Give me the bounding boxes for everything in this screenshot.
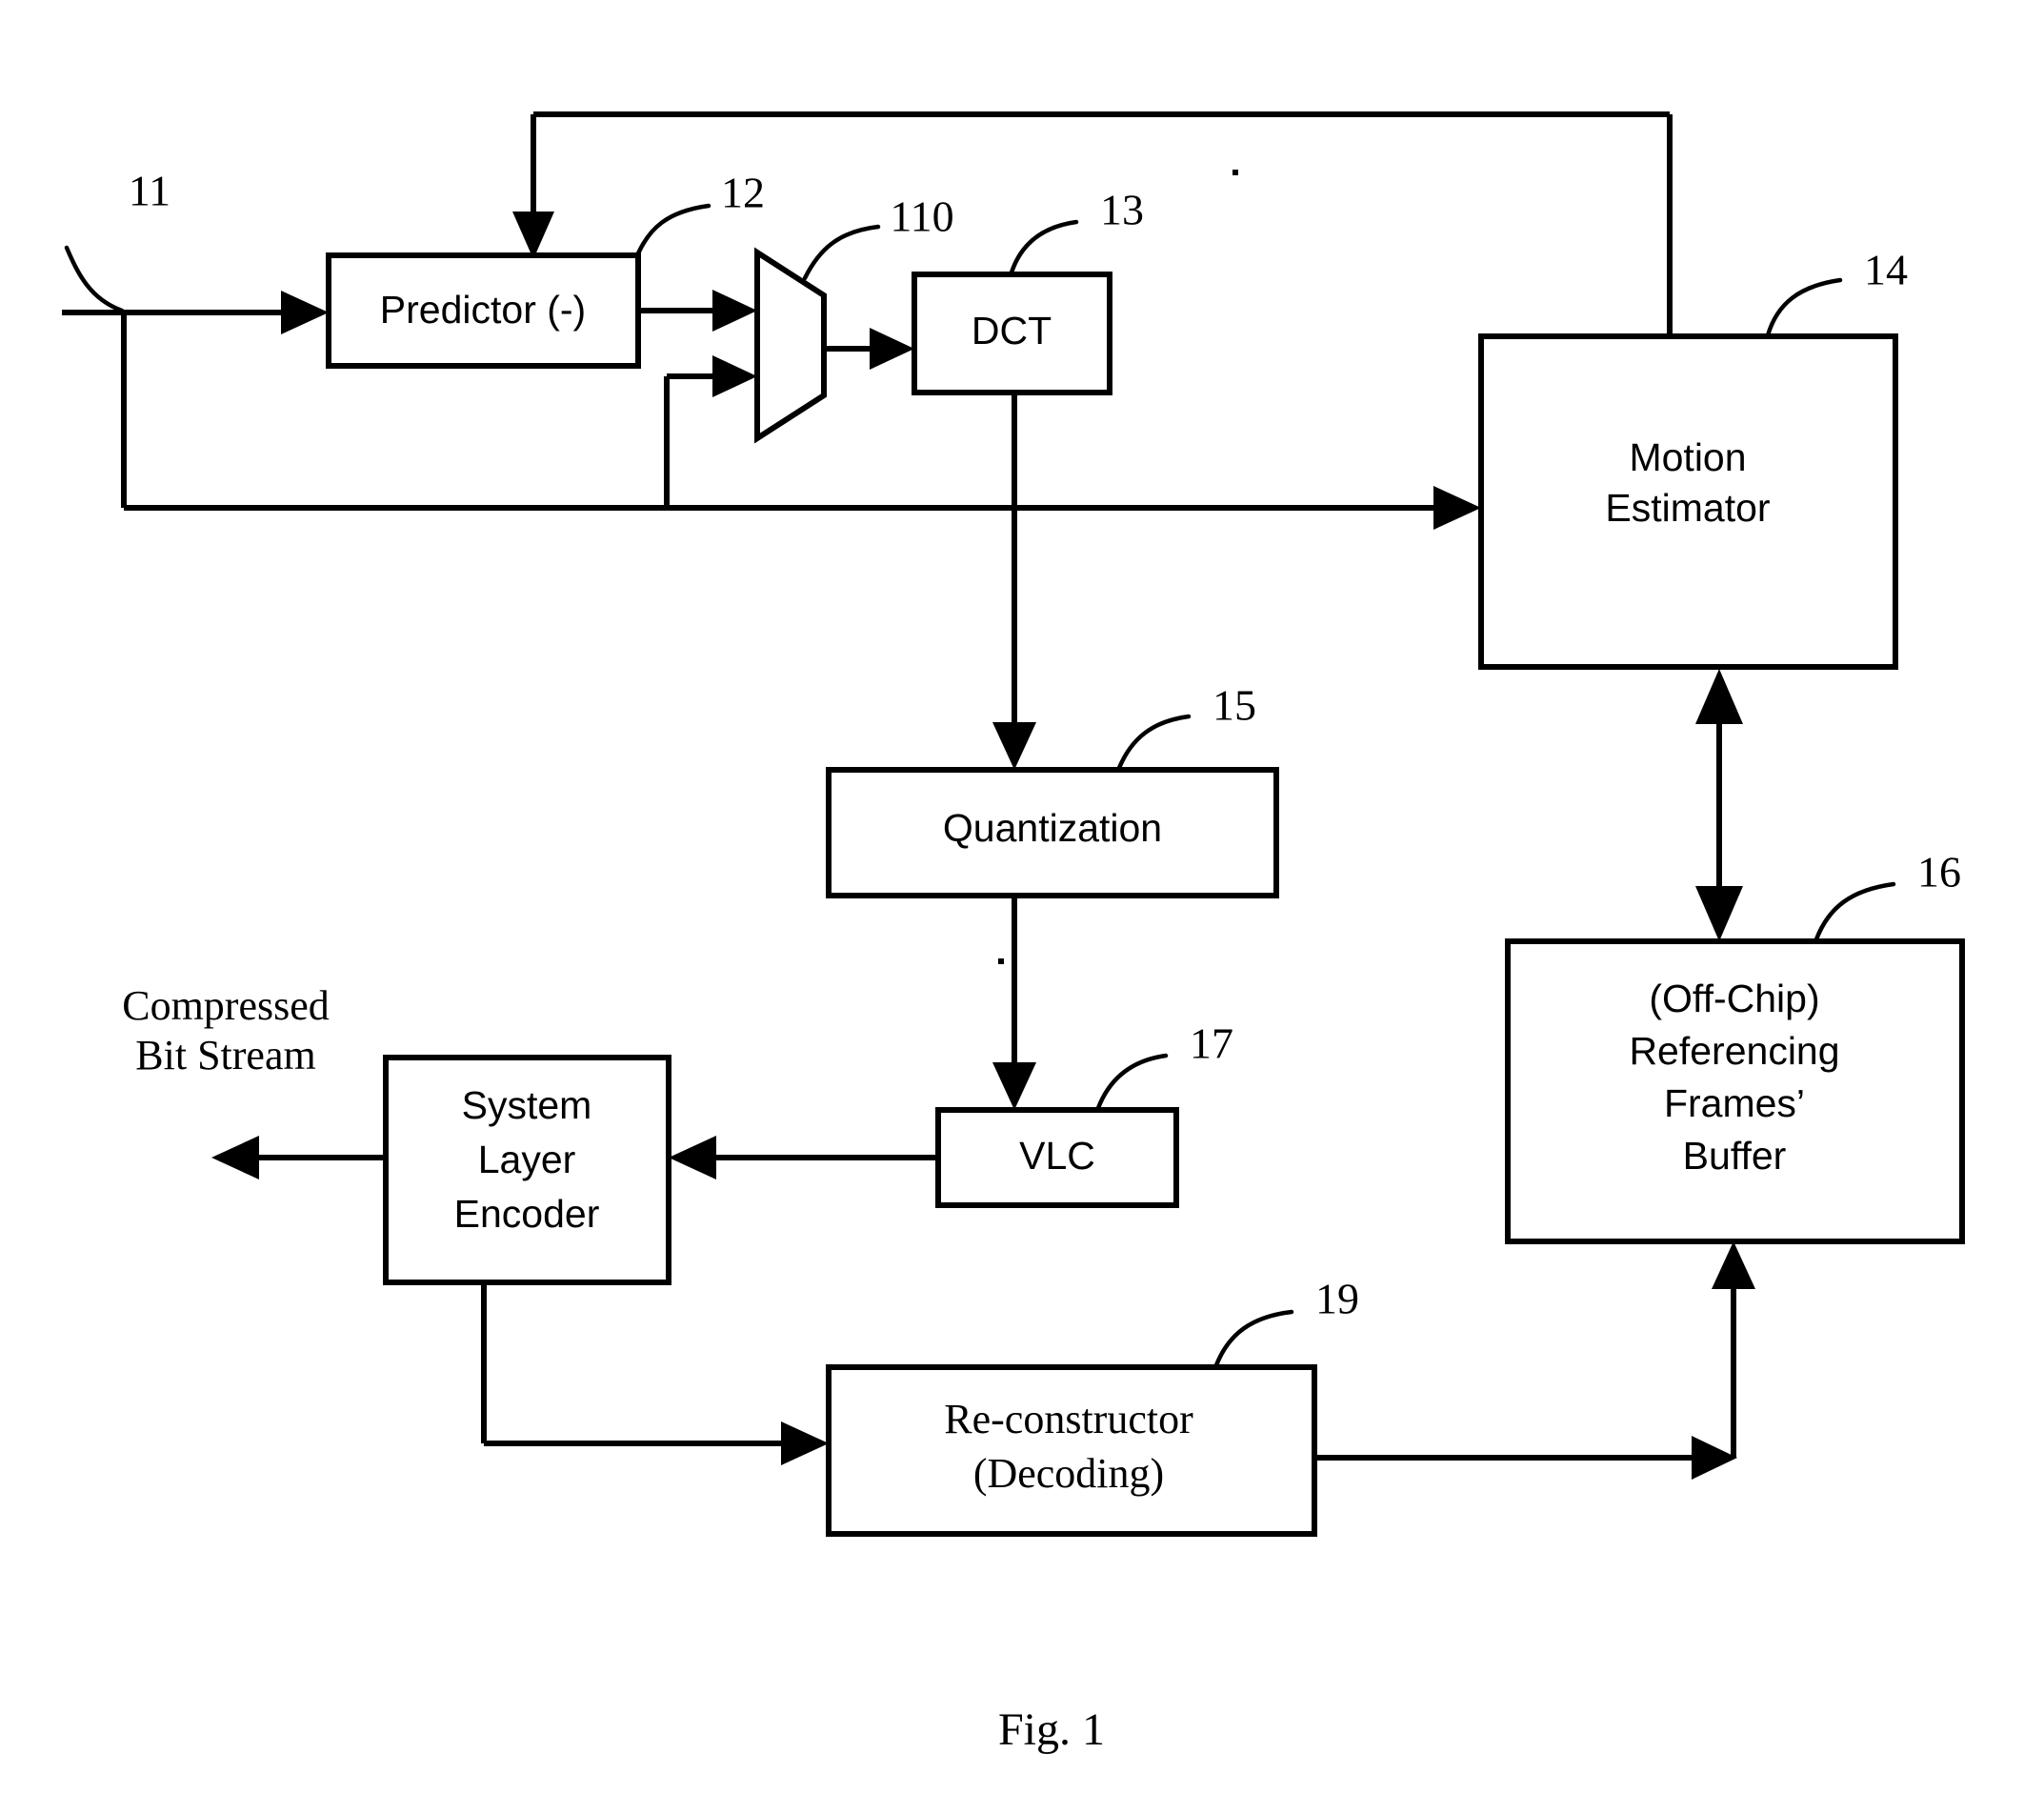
reference-buffer-label-line4: Buffer	[1683, 1134, 1787, 1178]
motion-estimator-label-line2: Estimator	[1605, 486, 1770, 530]
ref-numeral-13: 13	[1100, 186, 1144, 234]
leader-15	[1116, 714, 1192, 771]
arrowhead-into-quantization	[992, 722, 1036, 770]
scan-speck	[998, 958, 1004, 964]
arrowhead-into-motion-estimator-left	[1433, 486, 1481, 530]
figure-canvas: Predictor (-) DCT Motion Estimator Quant…	[0, 0, 2044, 1794]
block-vlc[interactable]: VLC	[935, 1107, 1179, 1208]
ref-callout-16: 16	[1814, 848, 1961, 942]
reference-buffer-label-line2: Referencing	[1629, 1029, 1839, 1073]
wire-vlc-to-system-layer-encoder	[669, 1136, 938, 1179]
leader-17	[1095, 1053, 1169, 1111]
wire-system-layer-encoder-to-output	[211, 1136, 386, 1179]
quantization-label: Quantization	[943, 806, 1162, 850]
leader-11	[64, 245, 125, 313]
block-quantization[interactable]: Quantization	[826, 767, 1279, 898]
arrowhead-into-reconstructor	[781, 1421, 829, 1465]
mux-shape[interactable]	[754, 247, 827, 444]
compressed-bit-stream-line2: Bit Stream	[135, 1032, 315, 1078]
wire-mux-to-dct	[824, 328, 914, 370]
wire-reconstructor-to-buffer	[1314, 1241, 1755, 1480]
block-reference-buffer[interactable]: (Off-Chip) Referencing Frames’ Buffer	[1505, 938, 1965, 1244]
arrowhead-up-to-motion-estimator	[1695, 669, 1743, 724]
dct-label: DCT	[972, 309, 1052, 353]
motion-estimator-label-line1: Motion	[1629, 435, 1746, 479]
ref-callout-15: 15	[1116, 681, 1256, 771]
ref-callout-19: 19	[1213, 1275, 1359, 1368]
leader-12	[635, 203, 711, 256]
reconstructor-label-line2: (Decoding)	[973, 1450, 1164, 1497]
figure-caption: Fig. 1	[998, 1704, 1105, 1755]
ref-numeral-12: 12	[721, 169, 765, 217]
arrowhead-mux-input-upper	[712, 290, 757, 332]
block-dct[interactable]: DCT	[912, 272, 1112, 395]
ref-numeral-15: 15	[1212, 681, 1256, 730]
block-mux[interactable]	[754, 247, 827, 444]
reference-buffer-label-line1: (Off-Chip)	[1649, 977, 1819, 1020]
ref-callout-14: 14	[1765, 246, 1908, 338]
ref-callout-12: 12	[635, 169, 765, 256]
arrowhead-down-to-buffer	[1695, 886, 1743, 941]
ref-numeral-14: 14	[1864, 246, 1908, 294]
leader-16	[1814, 881, 1896, 942]
block-predictor[interactable]: Predictor (-)	[326, 252, 641, 369]
leader-110	[802, 224, 881, 281]
ref-callout-17: 17	[1095, 1019, 1233, 1111]
arrowhead-into-system-layer-encoder	[669, 1136, 716, 1179]
vlc-label: VLC	[1019, 1134, 1095, 1178]
ref-callout-110: 110	[802, 192, 954, 281]
ref-numeral-110: 110	[890, 192, 953, 241]
wire-dct-to-quantization	[992, 393, 1036, 770]
arrowhead-into-buffer-bottom	[1712, 1241, 1755, 1289]
arrowhead-into-predictor	[512, 212, 554, 259]
ref-numeral-11: 11	[129, 167, 170, 215]
scan-speck	[1232, 170, 1238, 175]
leader-19	[1213, 1309, 1294, 1368]
arrowhead-compressed-bit-stream	[211, 1136, 259, 1179]
wire-system-layer-encoder-to-reconstructor	[481, 1281, 829, 1465]
predictor-label: Predictor (-)	[380, 288, 586, 332]
ref-numeral-16: 16	[1917, 848, 1961, 897]
reconstructor-label-line1: Re-constructor	[944, 1396, 1193, 1442]
arrowhead-mux-input-lower	[712, 355, 757, 397]
leader-13	[1009, 219, 1079, 275]
ref-numeral-17: 17	[1190, 1019, 1233, 1068]
block-motion-estimator[interactable]: Motion Estimator	[1478, 333, 1898, 670]
arrowhead-into-vlc	[992, 1062, 1036, 1110]
ref-numeral-19: 19	[1315, 1275, 1359, 1323]
reference-buffer-label-line3: Frames’	[1664, 1081, 1805, 1125]
leader-14	[1765, 277, 1843, 338]
arrowhead-into-dct	[870, 328, 914, 370]
wire-predictor-to-mux	[638, 290, 757, 332]
ref-callout-13: 13	[1009, 186, 1144, 275]
wire-input-to-predictor	[62, 245, 329, 334]
wire-motion-estimator-buffer-bidirectional	[1695, 669, 1743, 941]
wire-bypass-to-mux	[664, 355, 757, 508]
system-layer-encoder-label-line1: System	[462, 1083, 592, 1127]
system-layer-encoder-label-line3: Encoder	[454, 1192, 600, 1236]
block-diagram: Predictor (-) DCT Motion Estimator Quant…	[62, 111, 1965, 1755]
block-reconstructor[interactable]: Re-constructor (Decoding)	[826, 1364, 1317, 1537]
arrowhead-turn-right	[1692, 1436, 1737, 1480]
block-system-layer-encoder[interactable]: System Layer Encoder	[383, 1055, 671, 1285]
wire-quantization-to-vlc	[992, 896, 1036, 1110]
compressed-bit-stream-line1: Compressed	[122, 982, 330, 1029]
system-layer-encoder-label-line2: Layer	[478, 1138, 576, 1181]
arrowhead-into-predictor-left	[281, 291, 329, 334]
output-stream-label: Compressed Bit Stream	[122, 982, 330, 1078]
